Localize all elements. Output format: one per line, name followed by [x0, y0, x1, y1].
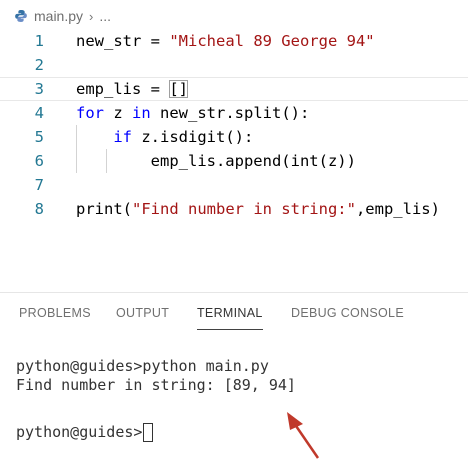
chevron-right-icon: › [89, 8, 94, 24]
keyword-token: if [113, 128, 132, 146]
code-line[interactable]: 4 for z in new_str.split(): [0, 101, 468, 125]
tab-debug-console[interactable]: DEBUG CONSOLE [291, 306, 404, 320]
terminal-prompt: python@guides> [16, 423, 143, 441]
code-line[interactable]: 8 print("Find number in string:",emp_lis) [0, 197, 468, 221]
code-token: ,emp_lis) [355, 200, 440, 218]
code-editor[interactable]: 1 new_str = "Micheal 89 George 94" 2 3 emp_l… [0, 29, 468, 229]
code-token: new_str.split(): [150, 104, 310, 122]
line-number: 3 [34, 80, 44, 98]
code-text: emp_lis = [] [76, 80, 188, 98]
line-number: 7 [34, 176, 44, 194]
code-text: if z.isdigit(): [76, 128, 253, 146]
tab-output[interactable]: OUTPUT [116, 306, 169, 320]
code-token: new_str = [76, 32, 170, 50]
python-file-icon [15, 10, 27, 22]
line-number: 1 [34, 32, 44, 50]
terminal-cursor [143, 422, 154, 442]
string-token: "Micheal 89 George 94" [169, 32, 375, 50]
tab-terminal[interactable]: TERMINAL [197, 306, 263, 320]
code-line[interactable]: 6 emp_lis.append(int(z)) [0, 149, 468, 173]
line-number: 8 [34, 200, 44, 218]
code-token: emp_lis = [76, 80, 170, 98]
code-token: emp_lis.append(int(z)) [76, 152, 356, 170]
panel-tab-bar: PROBLEMS OUTPUT TERMINAL DEBUG CONSOLE [0, 292, 468, 333]
code-line[interactable]: 3 emp_lis = [] [0, 77, 468, 101]
breadcrumb[interactable]: main.py › ... [14, 6, 111, 26]
code-token: z [104, 104, 132, 122]
code-line[interactable]: 7 [0, 173, 468, 197]
code-line[interactable]: 5 if z.isdigit(): [0, 125, 468, 149]
line-number: 6 [34, 152, 44, 170]
keyword-token: for [76, 104, 104, 122]
code-text: new_str = "Micheal 89 George 94" [76, 32, 375, 50]
terminal-line: Find number in string: [89, 94] [16, 376, 296, 394]
breadcrumb-ellipsis[interactable]: ... [99, 8, 111, 24]
code-text: print("Find number in string:",emp_lis) [76, 200, 440, 218]
code-text: for z in new_str.split(): [76, 104, 309, 122]
code-line[interactable]: 2 [0, 53, 468, 77]
code-text: emp_lis.append(int(z)) [76, 152, 356, 170]
code-token: print( [76, 200, 132, 218]
active-tab-indicator [197, 329, 263, 330]
string-token: "Find number in string:" [132, 200, 356, 218]
line-number: 5 [34, 128, 44, 146]
terminal-line: python@guides>python main.py [16, 357, 269, 375]
code-token: [] [169, 80, 188, 98]
code-token: z.isdigit(): [132, 128, 254, 146]
terminal-prompt-line[interactable]: python@guides> [16, 422, 154, 442]
breadcrumb-file-name[interactable]: main.py [34, 8, 83, 24]
line-number: 2 [34, 56, 44, 74]
tab-problems[interactable]: PROBLEMS [19, 306, 91, 320]
code-line[interactable]: 1 new_str = "Micheal 89 George 94" [0, 29, 468, 53]
keyword-token: in [132, 104, 151, 122]
line-number: 4 [34, 104, 44, 122]
